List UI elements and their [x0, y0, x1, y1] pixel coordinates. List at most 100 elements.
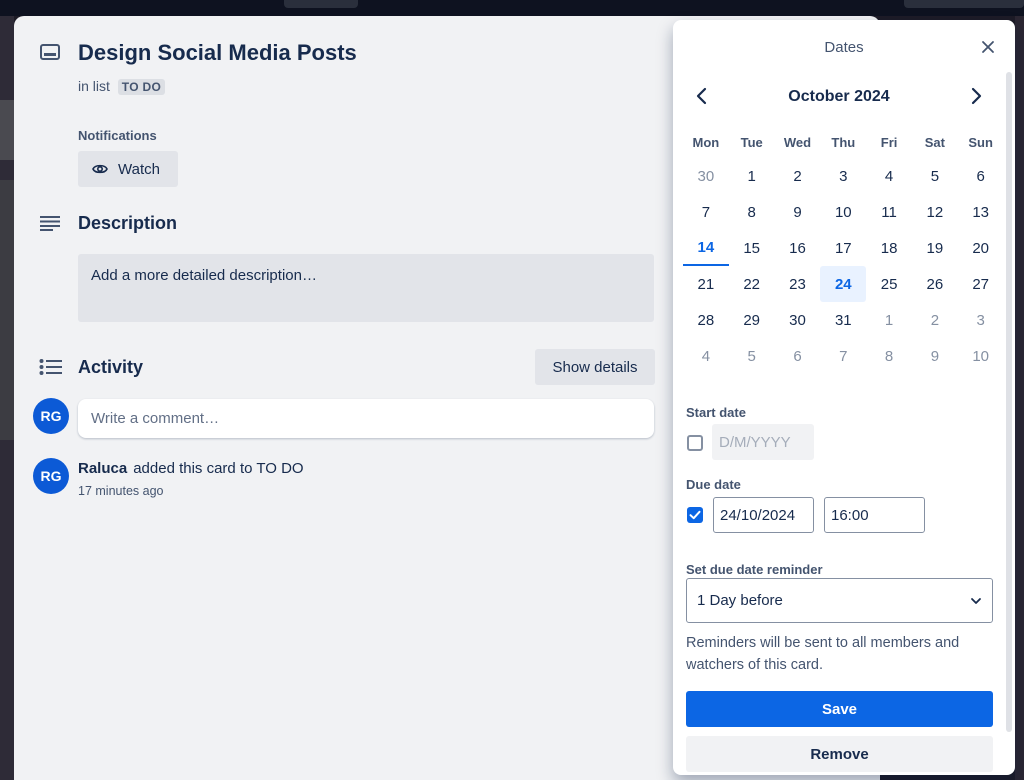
avatar[interactable]: RG	[33, 398, 69, 434]
reminder-value: 1 Day before	[697, 592, 783, 609]
calendar-day[interactable]: 16	[775, 230, 821, 266]
calendar-day[interactable]: 10	[958, 338, 1004, 374]
calendar-day[interactable]: 13	[958, 194, 1004, 230]
calendar-day[interactable]: 2	[775, 158, 821, 194]
calendar-day[interactable]: 18	[866, 230, 912, 266]
calendar-day[interactable]: 10	[820, 194, 866, 230]
calendar-day[interactable]: 9	[775, 194, 821, 230]
description-input[interactable]: Add a more detailed description…	[78, 254, 654, 322]
calendar-day[interactable]: 7	[820, 338, 866, 374]
calendar-day[interactable]: 15	[729, 230, 775, 266]
calendar-day[interactable]: 14	[683, 230, 729, 266]
board-header-bar	[0, 0, 1024, 16]
due-date-input[interactable]: 24/10/2024	[713, 497, 814, 533]
in-list-prefix: in list	[78, 78, 110, 94]
reminder-label: Set due date reminder	[686, 562, 823, 577]
calendar-day[interactable]: 17	[820, 230, 866, 266]
calendar-week-row: 21 22 23 24 25 26 27	[683, 266, 1004, 302]
start-date-label: Start date	[686, 405, 746, 420]
weekday-label: Sat	[924, 134, 945, 150]
watch-button[interactable]: Watch	[78, 151, 178, 187]
weekday-label: Fri	[880, 134, 898, 150]
notifications-label: Notifications	[78, 128, 157, 143]
watch-label: Watch	[118, 160, 160, 178]
calendar-day[interactable]: 6	[958, 158, 1004, 194]
list-badge[interactable]: TO DO	[117, 79, 166, 95]
due-date-label: Due date	[686, 477, 741, 492]
calendar-week-row: 30 1 2 3 4 5 6	[683, 158, 1004, 194]
calendar-day[interactable]: 23	[775, 266, 821, 302]
calendar-day[interactable]: 5	[912, 158, 958, 194]
month-label: October 2024	[788, 88, 890, 105]
calendar-day[interactable]: 21	[683, 266, 729, 302]
activity-heading: Activity	[78, 357, 144, 377]
board-background-left	[0, 16, 14, 780]
check-icon	[689, 510, 701, 520]
description-icon	[40, 216, 60, 231]
calendar-day[interactable]: 12	[912, 194, 958, 230]
description-heading: Description	[78, 213, 178, 233]
calendar-day[interactable]: 8	[866, 338, 912, 374]
calendar-day[interactable]: 30	[775, 302, 821, 338]
calendar-day[interactable]: 24	[820, 266, 867, 302]
calendar-day[interactable]: 20	[958, 230, 1004, 266]
weekday-label: Wed	[783, 134, 812, 150]
calendar-day[interactable]: 29	[729, 302, 775, 338]
activity-entry: Raluca added this card to TO DO	[78, 460, 304, 477]
close-icon[interactable]	[979, 38, 997, 56]
calendar-day[interactable]: 9	[912, 338, 958, 374]
weekday-label: Mon	[692, 134, 720, 150]
due-date-checkbox[interactable]	[687, 507, 703, 523]
calendar-week-row: 28 29 30 31 1 2 3	[683, 302, 1004, 338]
calendar-day[interactable]: 7	[683, 194, 729, 230]
calendar-day[interactable]: 27	[958, 266, 1004, 302]
calendar-day[interactable]: 3	[958, 302, 1004, 338]
chevron-down-icon	[971, 597, 981, 604]
popover-scrollbar[interactable]	[1006, 72, 1012, 732]
activity-timestamp[interactable]: 17 minutes ago	[78, 484, 163, 498]
reminder-select[interactable]: 1 Day before	[686, 578, 993, 623]
calendar-day[interactable]: 25	[866, 266, 912, 302]
calendar-day[interactable]: 3	[820, 158, 866, 194]
calendar-day[interactable]: 26	[912, 266, 958, 302]
calendar-day[interactable]: 19	[912, 230, 958, 266]
card-title[interactable]: Design Social Media Posts	[78, 40, 357, 66]
calendar-day[interactable]: 11	[866, 194, 912, 230]
activity-action: added this card to TO DO	[133, 460, 304, 477]
weekday-header: Mon Tue Wed Thu Fri Sat Sun	[683, 126, 1004, 158]
calendar-day[interactable]: 8	[729, 194, 775, 230]
due-time-input[interactable]: 16:00	[824, 497, 925, 533]
start-date-input[interactable]: D/M/YYYY	[712, 424, 814, 460]
weekday-label: Thu	[831, 134, 856, 150]
calendar-day[interactable]: 1	[866, 302, 912, 338]
eye-icon	[92, 164, 108, 174]
calendar-day[interactable]: 31	[820, 302, 866, 338]
start-date-checkbox[interactable]	[687, 435, 703, 451]
calendar-day[interactable]: 1	[729, 158, 775, 194]
calendar-day[interactable]: 4	[683, 338, 729, 374]
calendar-day[interactable]: 5	[729, 338, 775, 374]
activity-user[interactable]: Raluca	[78, 460, 127, 477]
calendar-week-row: 4 5 6 7 8 9 10	[683, 338, 1004, 374]
comment-input[interactable]: Write a comment…	[78, 399, 654, 438]
save-button[interactable]: Save	[686, 691, 993, 727]
show-details-button[interactable]: Show details	[535, 349, 655, 385]
board-header-tab	[904, 0, 1024, 8]
remove-button[interactable]: Remove	[686, 736, 993, 772]
activity-avatar[interactable]: RG	[33, 458, 69, 494]
board-background-right	[1015, 16, 1024, 780]
calendar-day[interactable]: 2	[912, 302, 958, 338]
calendar-week-row: 14 15 16 17 18 19 20	[683, 230, 1004, 266]
calendar-day[interactable]: 6	[775, 338, 821, 374]
chevron-right-icon[interactable]	[967, 86, 985, 106]
calendar-week-row: 7 8 9 10 11 12 13	[683, 194, 1004, 230]
calendar-day[interactable]: 28	[683, 302, 729, 338]
calendar-day[interactable]: 22	[729, 266, 775, 302]
calendar-day[interactable]: 30	[683, 158, 729, 194]
board-header-tab	[284, 0, 358, 8]
popover-title: Dates	[824, 39, 864, 56]
calendar-day[interactable]: 4	[866, 158, 912, 194]
activity-icon	[39, 359, 62, 375]
card-icon	[40, 44, 60, 60]
weekday-label: Sun	[968, 134, 993, 150]
